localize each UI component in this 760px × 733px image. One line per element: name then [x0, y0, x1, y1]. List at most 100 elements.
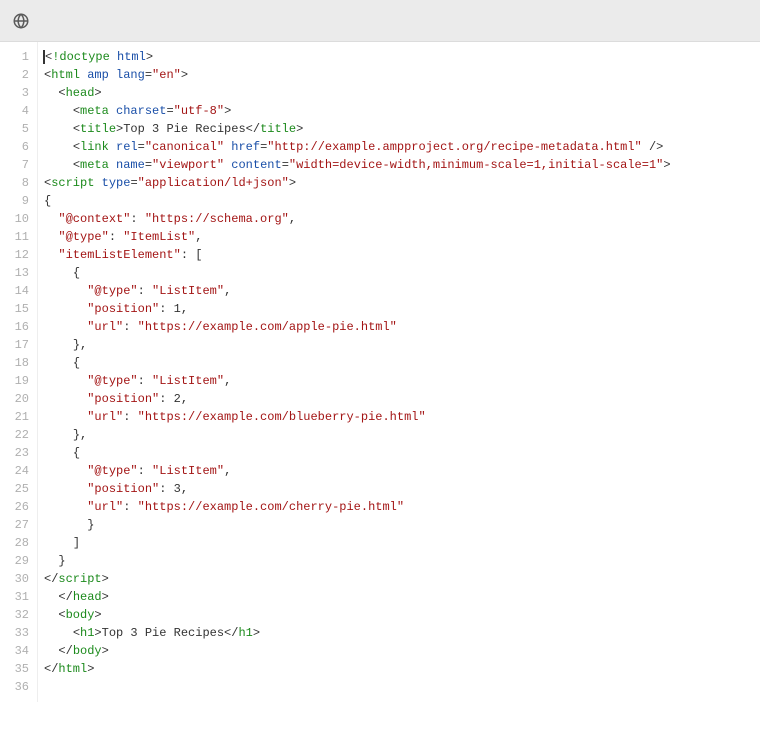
code-line[interactable]: { — [44, 354, 760, 372]
token-pun: = — [166, 104, 173, 118]
token-tag: title — [260, 122, 296, 136]
line-number: 5 — [0, 120, 29, 138]
token-txt: : [ — [181, 248, 203, 262]
token-txt: { — [73, 356, 80, 370]
code-line[interactable]: }, — [44, 426, 760, 444]
token-txt: Top 3 Pie Recipes — [102, 626, 224, 640]
code-line[interactable]: <meta name="viewport" content="width=dev… — [44, 156, 760, 174]
code-line[interactable]: <link rel="canonical" href="http://examp… — [44, 138, 760, 156]
globe-icon[interactable] — [12, 12, 30, 30]
code-line[interactable]: </head> — [44, 588, 760, 606]
token-str: "application/ld+json" — [138, 176, 289, 190]
code-line[interactable]: <html amp lang="en"> — [44, 66, 760, 84]
token-str: "utf-8" — [174, 104, 224, 118]
code-line[interactable]: { — [44, 444, 760, 462]
code-line[interactable]: { — [44, 264, 760, 282]
code-line[interactable]: "position": 3, — [44, 480, 760, 498]
token-str: "https://example.com/blueberry-pie.html" — [138, 410, 426, 424]
code-line[interactable]: </script> — [44, 570, 760, 588]
line-number: 18 — [0, 354, 29, 372]
code-line[interactable]: "url": "https://example.com/cherry-pie.h… — [44, 498, 760, 516]
token-pun: < — [58, 86, 65, 100]
token-str: "position" — [87, 482, 159, 496]
code-line[interactable]: "itemListElement": [ — [44, 246, 760, 264]
token-pun: < — [58, 608, 65, 622]
token-pun: > — [289, 176, 296, 190]
token-str: "@context" — [58, 212, 130, 226]
code-line[interactable]: "@type": "ListItem", — [44, 282, 760, 300]
line-number: 15 — [0, 300, 29, 318]
code-line[interactable] — [44, 678, 760, 696]
code-line[interactable]: "position": 1, — [44, 300, 760, 318]
token-pun: < — [73, 158, 80, 172]
token-pun: = — [145, 158, 152, 172]
token-pun: > — [87, 662, 94, 676]
code-line[interactable]: <script type="application/ld+json"> — [44, 174, 760, 192]
token-txt: : — [138, 464, 152, 478]
token-txt: : — [130, 212, 144, 226]
token-tag: script — [58, 572, 101, 586]
code-editor[interactable]: 1234567891011121314151617181920212223242… — [0, 42, 760, 702]
token-pun: > — [253, 626, 260, 640]
token-tag: html — [51, 68, 80, 82]
code-area[interactable]: <!doctype html><html amp lang="en"> <hea… — [38, 42, 760, 702]
code-line[interactable]: "@type": "ListItem", — [44, 372, 760, 390]
token-txt: } — [87, 518, 94, 532]
code-line[interactable]: <h1>Top 3 Pie Recipes</h1> — [44, 624, 760, 642]
token-str: "itemListElement" — [58, 248, 180, 262]
token-tag: !doctype — [52, 50, 110, 64]
token-pun: > — [102, 572, 109, 586]
code-line[interactable]: } — [44, 552, 760, 570]
token-txt: : 1, — [159, 302, 188, 316]
code-line[interactable]: "position": 2, — [44, 390, 760, 408]
token-tag: script — [51, 176, 94, 190]
token-tag: link — [80, 140, 109, 154]
code-line[interactable]: </html> — [44, 660, 760, 678]
code-line[interactable]: <title>Top 3 Pie Recipes</title> — [44, 120, 760, 138]
line-number: 28 — [0, 534, 29, 552]
code-line[interactable]: <meta charset="utf-8"> — [44, 102, 760, 120]
token-txt: : — [123, 500, 137, 514]
token-pun: > — [94, 608, 101, 622]
code-line[interactable]: ] — [44, 534, 760, 552]
code-line[interactable]: "url": "https://example.com/apple-pie.ht… — [44, 318, 760, 336]
line-number: 13 — [0, 264, 29, 282]
code-line[interactable]: "@type": "ListItem", — [44, 462, 760, 480]
code-line[interactable]: { — [44, 192, 760, 210]
line-number: 33 — [0, 624, 29, 642]
token-pun: < — [73, 104, 80, 118]
line-number: 10 — [0, 210, 29, 228]
token-txt — [109, 158, 116, 172]
token-str: "ItemList" — [123, 230, 195, 244]
token-pun: </ — [246, 122, 260, 136]
code-line[interactable]: "@context": "https://schema.org", — [44, 210, 760, 228]
token-pun: < — [73, 626, 80, 640]
code-line[interactable]: "url": "https://example.com/blueberry-pi… — [44, 408, 760, 426]
token-str: "en" — [152, 68, 181, 82]
code-line[interactable]: "@type": "ItemList", — [44, 228, 760, 246]
code-line[interactable]: </body> — [44, 642, 760, 660]
token-txt: : 3, — [159, 482, 188, 496]
token-txt: } — [58, 554, 65, 568]
line-number: 11 — [0, 228, 29, 246]
token-attr: rel — [116, 140, 138, 154]
token-txt: , — [289, 212, 296, 226]
code-line[interactable]: <head> — [44, 84, 760, 102]
token-txt: { — [73, 446, 80, 460]
code-line[interactable]: <body> — [44, 606, 760, 624]
line-number: 35 — [0, 660, 29, 678]
token-txt — [109, 140, 116, 154]
token-str: "https://example.com/apple-pie.html" — [138, 320, 397, 334]
token-str: "position" — [87, 392, 159, 406]
line-number: 30 — [0, 570, 29, 588]
code-line[interactable]: <!doctype html> — [44, 48, 760, 66]
token-attr: name — [116, 158, 145, 172]
token-pun: > — [663, 158, 670, 172]
token-pun: </ — [44, 572, 58, 586]
line-number: 12 — [0, 246, 29, 264]
code-line[interactable]: } — [44, 516, 760, 534]
token-txt: : — [109, 230, 123, 244]
token-tag: body — [73, 644, 102, 658]
code-line[interactable]: }, — [44, 336, 760, 354]
line-number: 21 — [0, 408, 29, 426]
